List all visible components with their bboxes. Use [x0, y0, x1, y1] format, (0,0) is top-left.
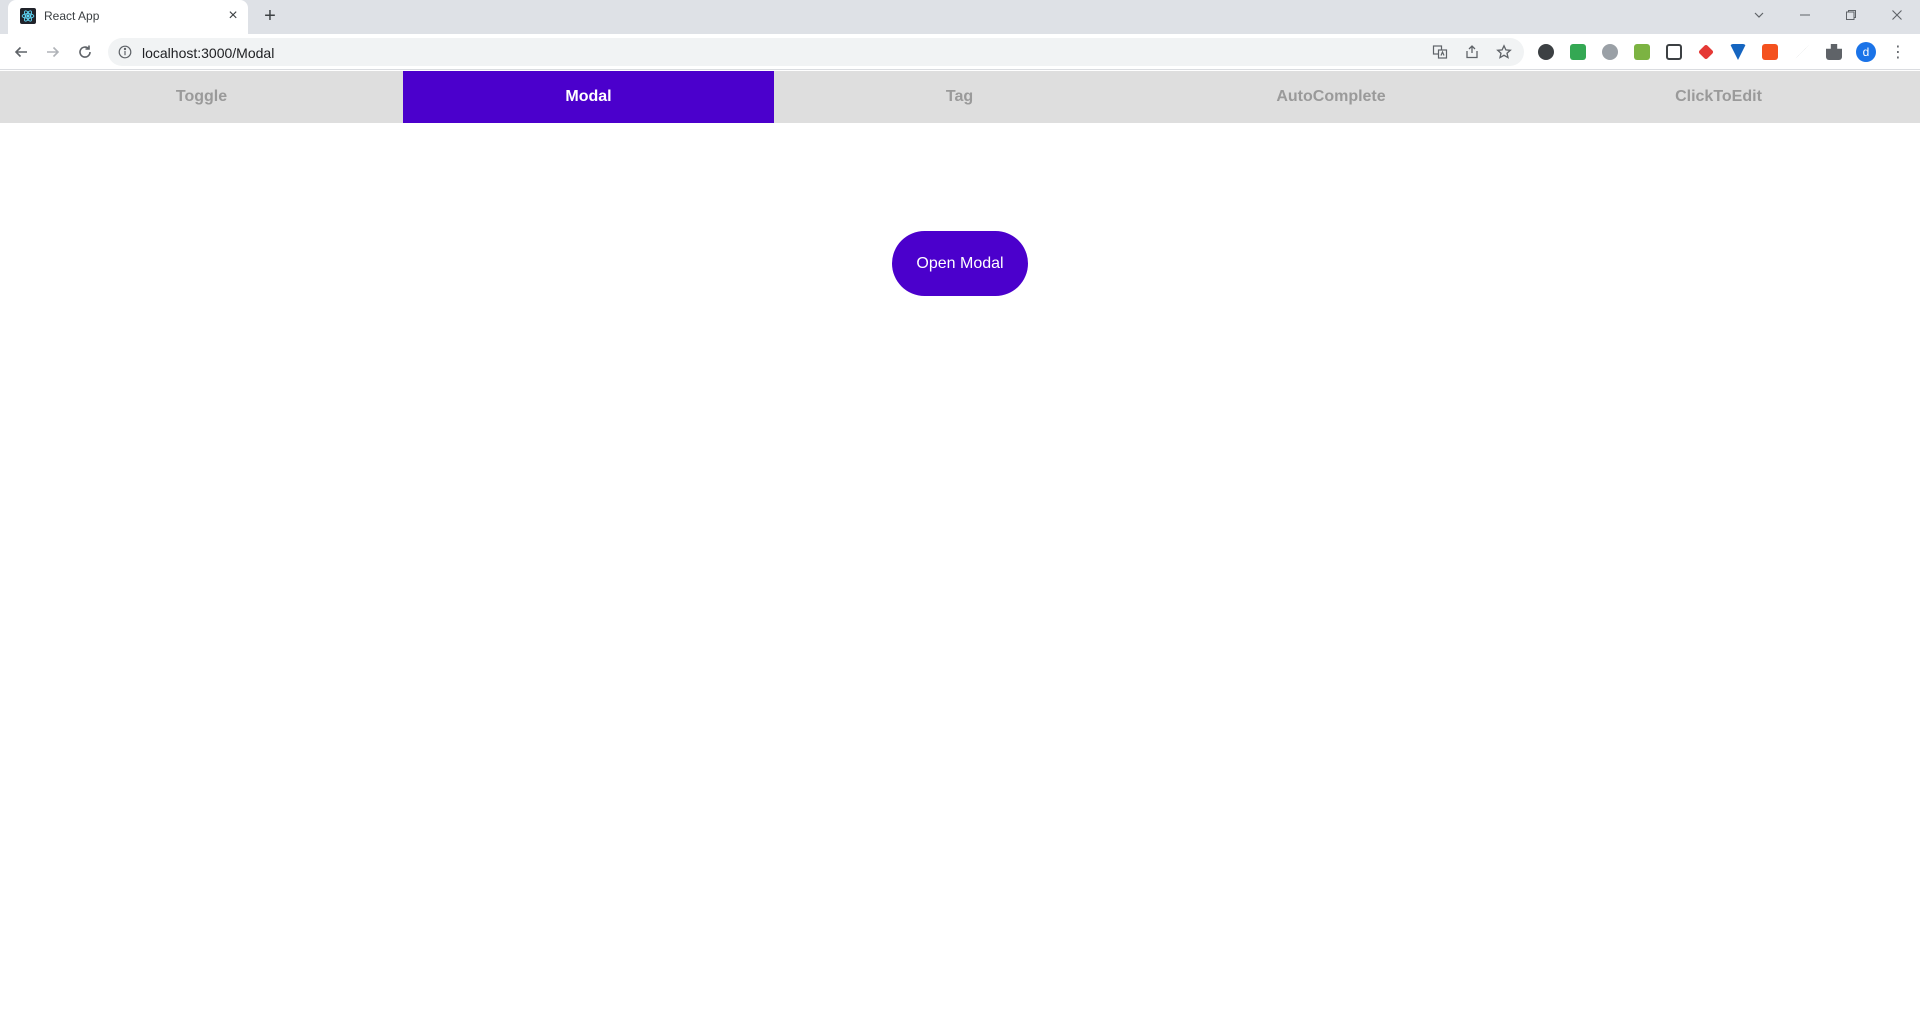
minimize-icon[interactable] — [1792, 4, 1818, 26]
extension-e-icon[interactable] — [1538, 44, 1554, 60]
share-icon[interactable] — [1464, 44, 1480, 60]
nav-tab-tag[interactable]: Tag — [774, 71, 1145, 123]
close-window-icon[interactable] — [1884, 4, 1910, 26]
nav-tab-clicktoedit[interactable]: ClickToEdit — [1517, 71, 1920, 123]
extension-lock-icon[interactable] — [1762, 44, 1778, 60]
site-info-icon[interactable] — [118, 45, 132, 59]
browser-toolbar: localhost:3000/Modal d ⋮ — [0, 34, 1920, 70]
bookmark-star-icon[interactable] — [1496, 44, 1512, 60]
react-favicon-icon — [20, 8, 36, 24]
open-modal-button[interactable]: Open Modal — [892, 231, 1028, 296]
translate-icon[interactable] — [1432, 44, 1448, 60]
close-tab-icon[interactable]: × — [224, 7, 242, 25]
nav-tab-toggle[interactable]: Toggle — [0, 71, 403, 123]
extension-v-icon[interactable] — [1730, 44, 1746, 60]
new-tab-icon[interactable]: + — [260, 6, 280, 26]
extension-brackets-icon[interactable] — [1666, 44, 1682, 60]
browser-tab-strip: React App × + — [0, 0, 1920, 34]
app-nav-bar: Toggle Modal Tag AutoComplete ClickToEdi… — [0, 71, 1920, 123]
extension-rocket-icon[interactable] — [1698, 44, 1714, 60]
back-icon[interactable] — [9, 40, 33, 64]
reload-icon[interactable] — [73, 40, 97, 64]
tab-search-chevron-icon[interactable] — [1746, 4, 1772, 26]
extension-ladder-icon[interactable] — [1634, 44, 1650, 60]
browser-menu-icon[interactable]: ⋮ — [1890, 42, 1906, 62]
nav-tab-autocomplete[interactable]: AutoComplete — [1145, 71, 1517, 123]
profile-avatar[interactable]: d — [1856, 42, 1876, 62]
address-bar[interactable]: localhost:3000/Modal — [108, 38, 1524, 66]
nav-tab-modal[interactable]: Modal — [403, 71, 774, 123]
restore-icon[interactable] — [1838, 4, 1864, 26]
extension-globe-icon[interactable] — [1602, 44, 1618, 60]
browser-tab[interactable]: React App × — [8, 0, 248, 34]
forward-icon[interactable] — [41, 40, 65, 64]
url-text: localhost:3000/Modal — [142, 45, 275, 61]
extension-screen-icon[interactable] — [1570, 44, 1586, 60]
tab-title: React App — [44, 9, 100, 23]
extension-pen-icon[interactable] — [1794, 44, 1810, 60]
extensions-puzzle-icon[interactable] — [1826, 44, 1842, 60]
